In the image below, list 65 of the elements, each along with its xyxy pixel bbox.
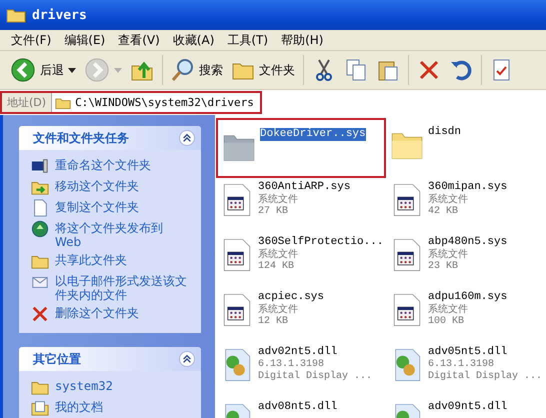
folder-document-icon: [31, 399, 49, 417]
menu-item[interactable]: 收藏(A): [172, 32, 214, 48]
folders-button[interactable]: 文件夹: [227, 56, 299, 84]
task-link[interactable]: 将这个文件夹发布到 Web: [55, 220, 191, 249]
file-name[interactable]: acpiec.sys: [258, 291, 324, 304]
file-name[interactable]: adv09nt5.dll: [428, 401, 508, 414]
file-detail: 100 KB: [428, 316, 466, 328]
file-detail: 23 KB: [428, 261, 460, 273]
double-chevron-icon: [182, 133, 192, 143]
address-field[interactable]: C:\WINDOWS\system32\drivers: [51, 93, 260, 112]
file-detail: 系统文件: [428, 249, 469, 261]
task-link[interactable]: 重命名这个文件夹: [55, 157, 151, 172]
cross-icon: [31, 305, 49, 323]
back-button[interactable]: 后退: [6, 55, 80, 85]
panel-title: 其它位置: [33, 350, 81, 368]
task-link[interactable]: 共享此文件夹: [55, 252, 127, 267]
file-name[interactable]: 360AntiARP.sys: [258, 181, 350, 194]
file-name[interactable]: adv08nt5.dll: [258, 401, 338, 414]
file-name[interactable]: adpu160m.sys: [428, 291, 508, 304]
file-name[interactable]: abp480n5.sys: [428, 236, 508, 249]
task-link[interactable]: 以电子邮件形式发送该文件夹内的文件: [55, 273, 191, 302]
task-link[interactable]: 复制这个文件夹: [55, 199, 139, 214]
file-name[interactable]: 360SelfProtectio...: [258, 236, 384, 249]
collapse-button[interactable]: [179, 351, 195, 367]
file-detail: 系统文件: [258, 194, 299, 206]
address-label: 地址(D): [6, 95, 48, 110]
file-detail: Digital Display ...: [428, 371, 542, 383]
task-link[interactable]: 删除这个文件夹: [55, 305, 139, 320]
folder-icon: [55, 96, 72, 110]
folder-icon: [6, 7, 26, 23]
copy-icon: [344, 58, 368, 82]
menu-item[interactable]: 工具(T): [227, 32, 268, 48]
rename-icon: [31, 157, 49, 175]
task-link[interactable]: 移动这个文件夹: [55, 178, 139, 193]
menu-item[interactable]: 文件(F): [11, 32, 52, 48]
search-button[interactable]: 搜索: [167, 56, 227, 84]
file-detail: 系统文件: [258, 249, 299, 261]
undo-icon: [449, 58, 473, 82]
file-detail: 12 KB: [258, 316, 290, 328]
document-icon: [31, 199, 49, 217]
menu-item[interactable]: 查看(V): [118, 32, 160, 48]
file-name[interactable]: DokeeDriver..sys: [260, 128, 366, 141]
search-icon: [171, 58, 195, 82]
file-detail: 系统文件: [428, 304, 469, 316]
file-detail: 系统文件: [428, 194, 469, 206]
panel-title: 文件和文件夹任务: [33, 130, 129, 146]
file-name[interactable]: adv02nt5.dll: [258, 346, 372, 359]
file-detail: 42 KB: [428, 206, 460, 218]
menu-item[interactable]: 帮助(H): [281, 32, 324, 48]
file-detail: 27 KB: [258, 206, 290, 218]
file-name[interactable]: adv05nt5.dll: [428, 346, 542, 359]
collapse-button[interactable]: [179, 130, 195, 146]
double-chevron-icon: [182, 354, 192, 364]
file-detail: 6.13.1.3198: [258, 359, 326, 370]
file-detail: 6.13.1.3198: [428, 359, 496, 370]
file-detail: Digital Display ...: [258, 371, 372, 383]
window-title: drivers: [32, 8, 87, 22]
cross-icon: [417, 58, 441, 82]
file-detail: 124 KB: [258, 261, 296, 273]
task-link[interactable]: 我的文档: [55, 399, 103, 414]
file-name[interactable]: disdn: [428, 126, 462, 139]
menu-item[interactable]: 编辑(E): [64, 32, 106, 48]
task-link[interactable]: system32: [55, 378, 113, 393]
file-detail: 系统文件: [258, 304, 299, 316]
file-name[interactable]: 360mipan.sys: [428, 181, 508, 194]
